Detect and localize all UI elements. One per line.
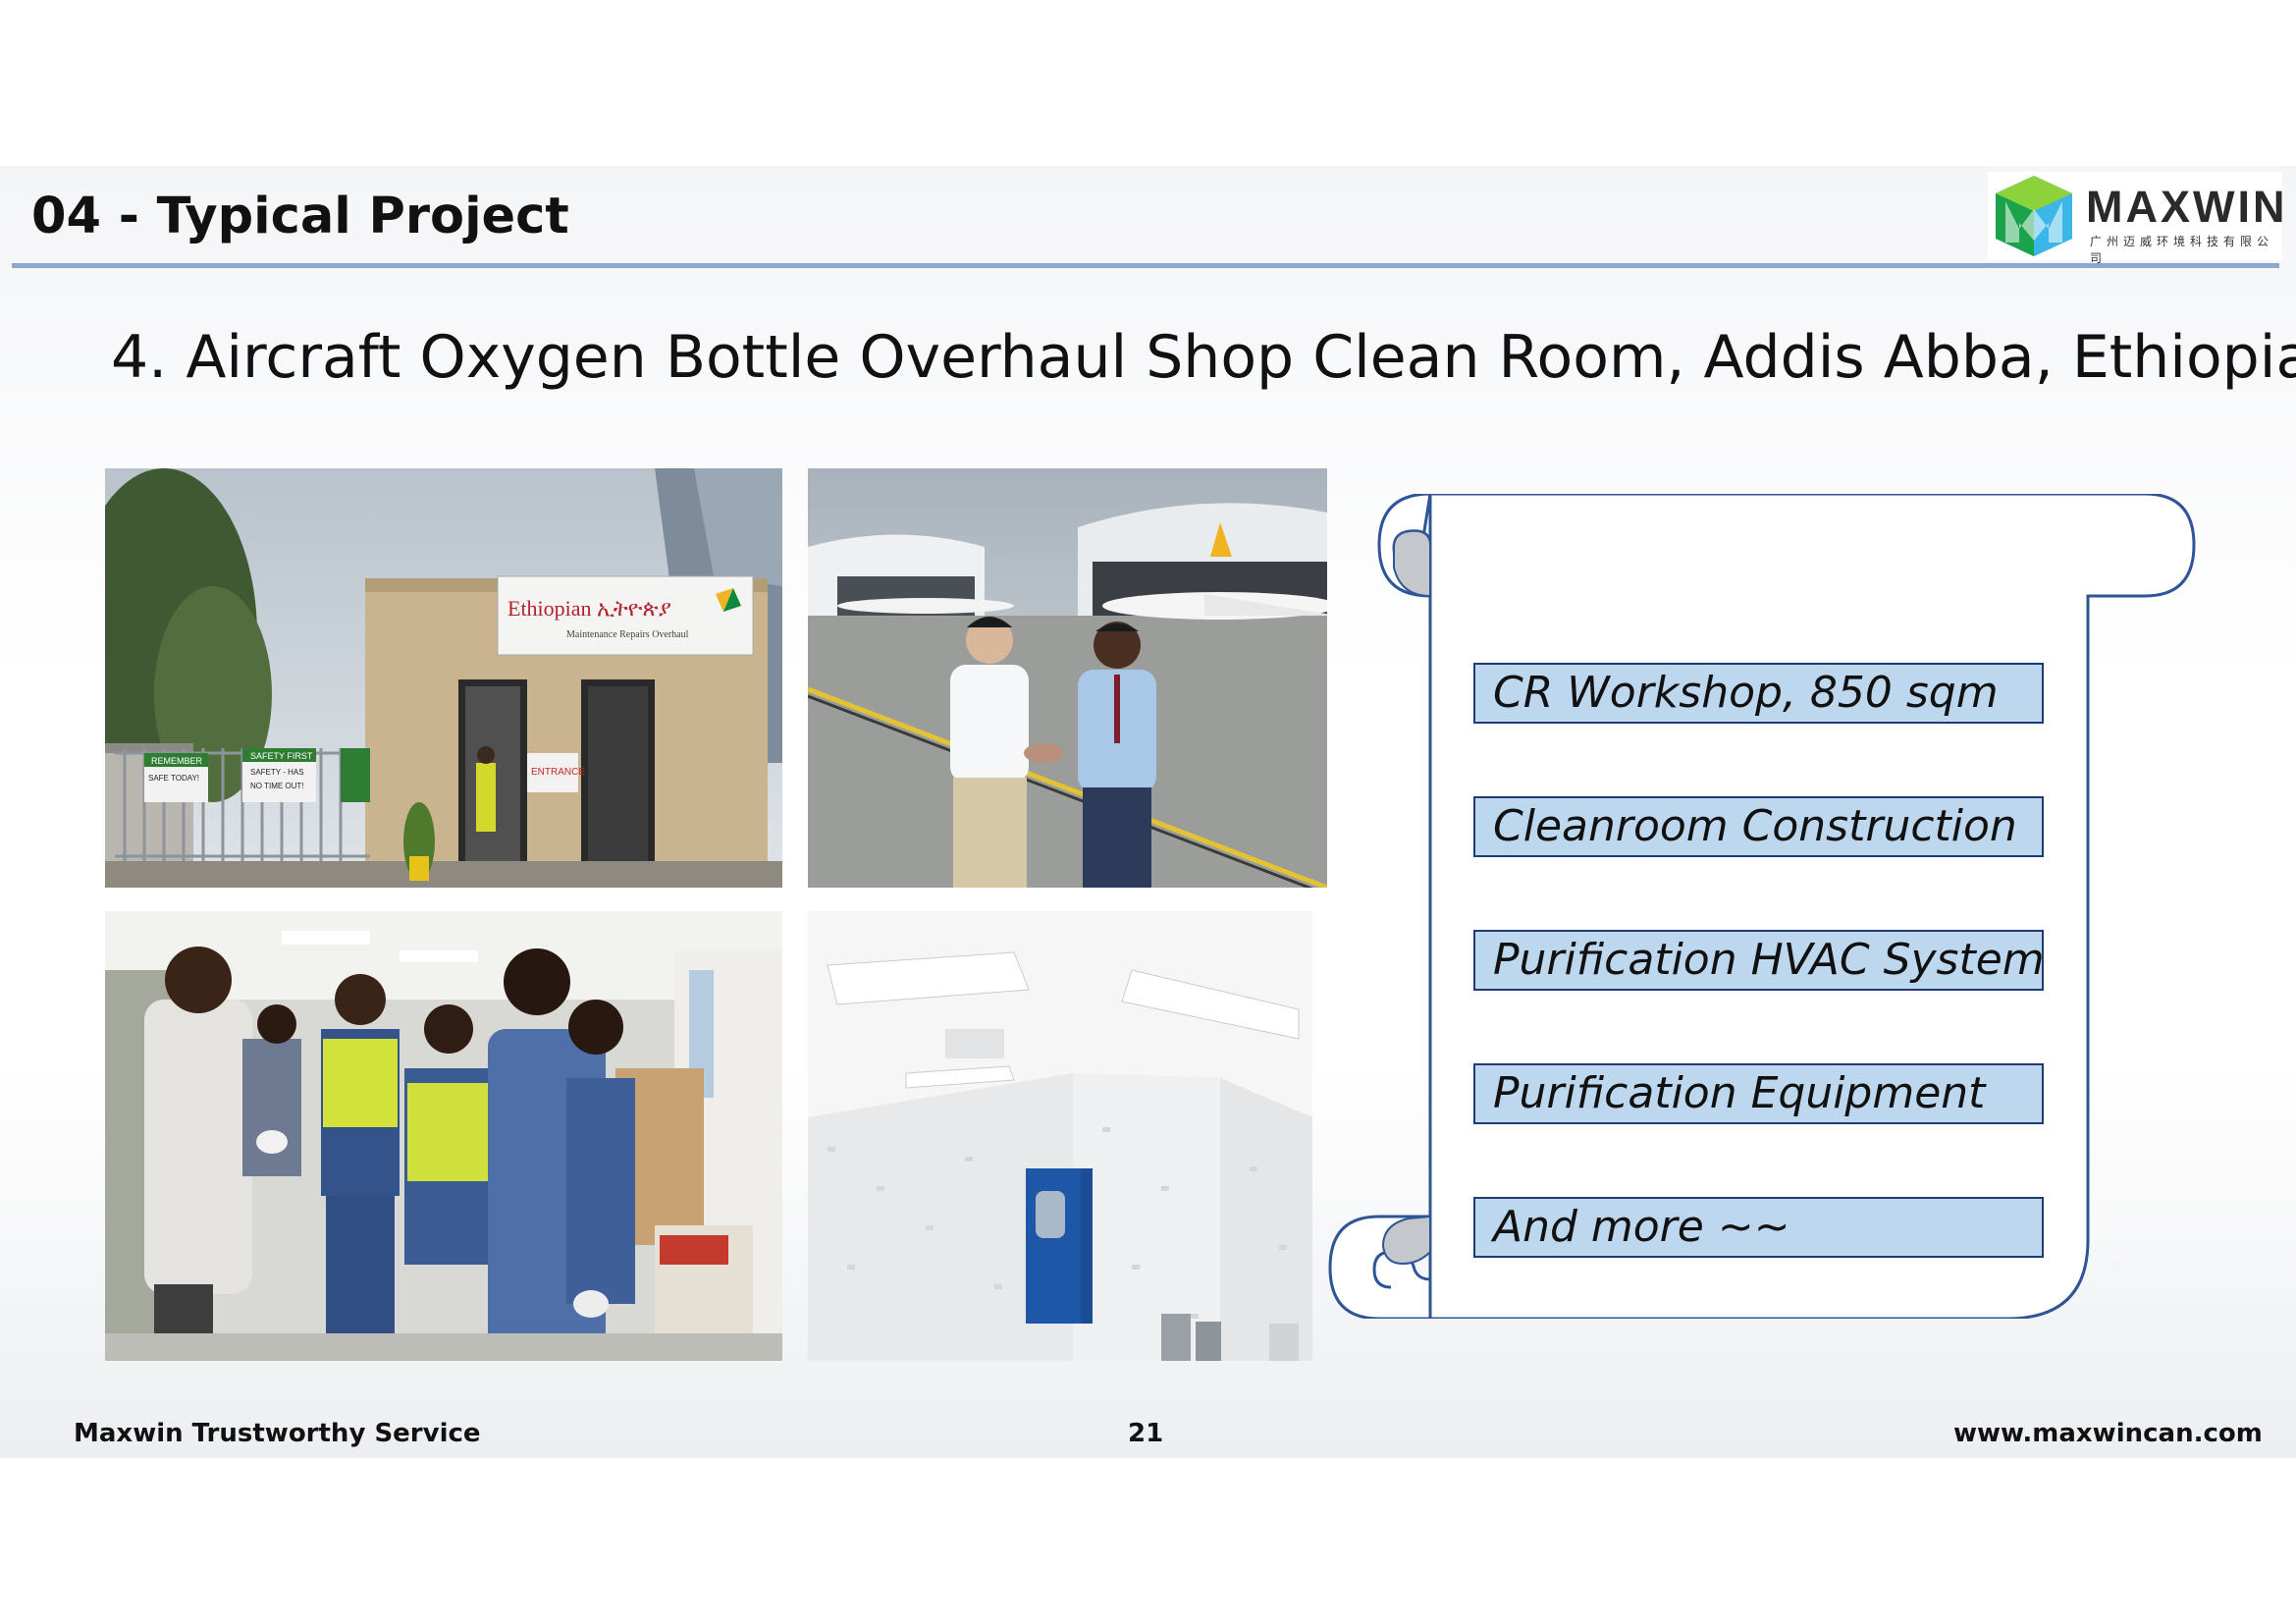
photo-cleanroom-interior (808, 911, 1312, 1361)
svg-text:Maintenance Repairs Overhaul: Maintenance Repairs Overhaul (566, 629, 689, 640)
feature-and-more: And more ~~ (1473, 1197, 2044, 1258)
photo-training-team (105, 911, 782, 1361)
svg-text:SAFETY - HAS: SAFETY - HAS (250, 768, 304, 777)
svg-text:SAFETY FIRST: SAFETY FIRST (250, 751, 313, 761)
svg-text:SAFE TODAY!: SAFE TODAY! (148, 774, 199, 783)
footer-website-link[interactable]: www.maxwincan.com (1953, 1419, 2263, 1448)
maxwin-cube-logo-icon (1996, 176, 2072, 256)
page-number: 21 (1128, 1419, 1164, 1448)
svg-text:NO TIME OUT!: NO TIME OUT! (250, 782, 304, 790)
footer-tagline: Maxwin Trustworthy Service (74, 1419, 481, 1448)
title-divider (12, 263, 2279, 268)
company-logo: MAXWIN 广州迈威环境科技有限公司 (1988, 172, 2284, 265)
feature-purification-hvac: Purification HVAC System (1473, 930, 2045, 991)
slide: 04 - Typical Project MAXWIN 广州迈威环境科技有限公司… (0, 166, 2296, 1458)
section-title: 04 - Typical Project (31, 188, 569, 245)
photo-building-entrance: Ethiopian ኢትዮጵያ Maintenance Repairs Over… (105, 468, 782, 888)
feature-cr-workshop: CR Workshop, 850 sqm (1473, 663, 2044, 724)
scroll-banner (1328, 494, 2196, 1319)
logo-wordmark: MAXWIN (2086, 182, 2288, 232)
photo-handshake-apron (808, 468, 1327, 888)
project-headline: 4. Aircraft Oxygen Bottle Overhaul Shop … (111, 323, 2296, 392)
svg-text:REMEMBER: REMEMBER (151, 756, 203, 766)
sign-ethiopian: Ethiopian ኢትዮጵያ (507, 596, 671, 621)
feature-purification-equipment: Purification Equipment (1473, 1063, 2044, 1124)
feature-cleanroom-construction: Cleanroom Construction (1473, 796, 2044, 857)
logo-subtitle: 广州迈威环境科技有限公司 (2090, 235, 2274, 265)
svg-text:ENTRANCE: ENTRANCE (531, 767, 585, 778)
